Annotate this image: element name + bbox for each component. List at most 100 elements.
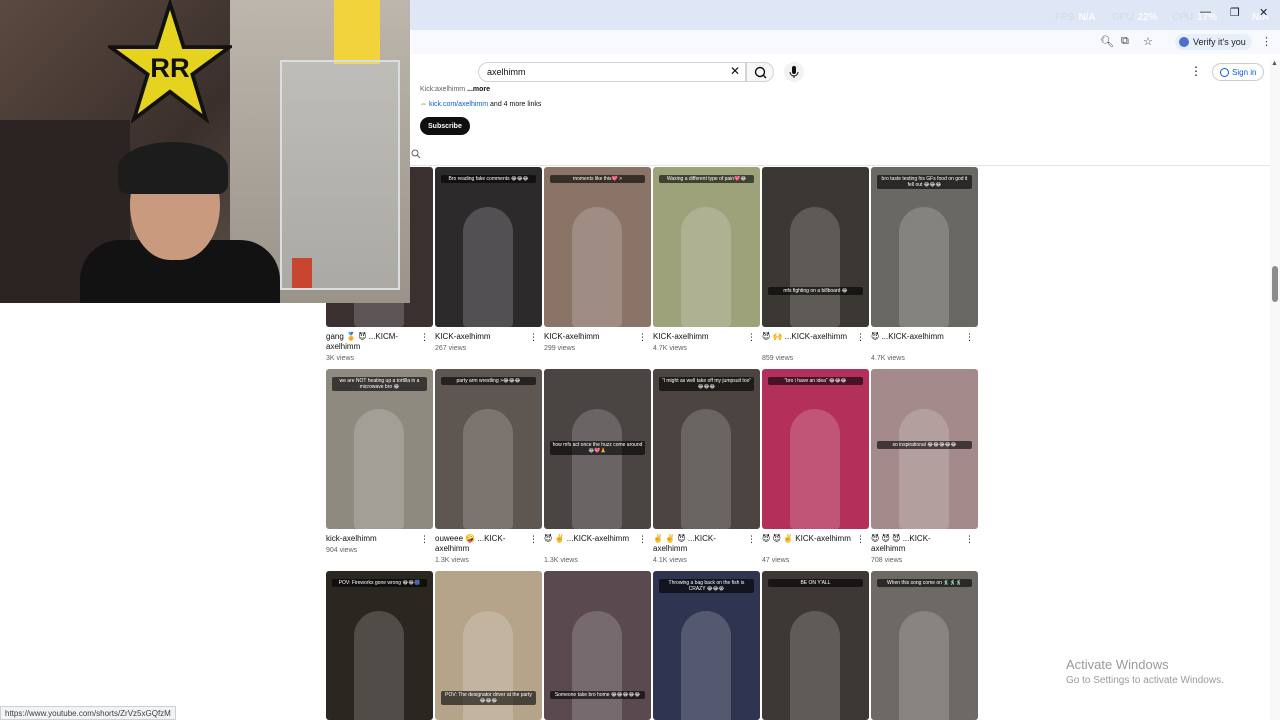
short-thumbnail[interactable]: Waxing a different type of pain💖😂 — [653, 167, 760, 327]
short-title[interactable]: kick-axelhimm — [326, 534, 418, 544]
short-title[interactable]: ✌️ ✌️ 😈 ...KICK-axelhimm — [653, 534, 745, 554]
short-card[interactable]: we are NOT heating up a tortilla in a mi… — [326, 369, 433, 569]
thumbnail-caption: Someone take bro home 😂😂😂😂😂 — [550, 691, 645, 699]
short-card[interactable]: BE ON Y'ALL — [762, 571, 869, 720]
clear-search-icon[interactable]: ✕ — [730, 64, 740, 78]
channel-search-icon[interactable] — [411, 149, 421, 159]
more-link[interactable]: ...more — [467, 86, 490, 93]
thumbnail-caption: BE ON Y'ALL — [768, 579, 863, 587]
short-title[interactable]: KICK-axelhimm — [544, 332, 636, 342]
short-card[interactable]: POV: The designator driver at the party … — [435, 571, 542, 720]
short-card[interactable]: Bro reading fake comments 😂😂😂 KICK-axelhi… — [435, 167, 542, 367]
short-card[interactable]: bro taste testing his GFs food on god it… — [871, 167, 978, 367]
sign-in-button[interactable]: Sign in — [1212, 63, 1265, 81]
bookmark-star-icon[interactable]: ☆ — [1143, 35, 1153, 48]
link-icon: ⇔ — [420, 101, 427, 108]
more-actions-icon[interactable]: ⋮ — [965, 535, 974, 544]
thumbnail-figure — [572, 207, 622, 327]
short-thumbnail[interactable]: “I might as well take off my jumpsuit to… — [653, 369, 760, 529]
short-views: 267 views — [435, 345, 467, 352]
short-thumbnail[interactable]: Someone take bro home 😂😂😂😂😂 — [544, 571, 651, 720]
short-card[interactable]: Throwing a bag back on the fish is CRAZY… — [653, 571, 760, 720]
short-thumbnail[interactable]: Throwing a bag back on the fish is CRAZY… — [653, 571, 760, 720]
short-card[interactable]: party arm wrestling >😂😂😂 ouweee 🤪 ...KICK… — [435, 369, 542, 569]
search-input[interactable]: axelhimm — [478, 62, 746, 82]
browser-menu-icon[interactable]: ⋮ — [1261, 35, 1272, 48]
short-thumbnail[interactable]: we are NOT heating up a tortilla in a mi… — [326, 369, 433, 529]
short-title[interactable]: ouweee 🤪 ...KICK-axelhimm — [435, 534, 527, 554]
webcam-person-cap — [118, 142, 228, 194]
short-title[interactable]: 😈 😈 ✌️ KICK-axelhimm — [762, 534, 854, 544]
short-title[interactable]: 😈 ✌️ ...KICK-axelhimm — [544, 534, 636, 544]
short-thumbnail[interactable]: so inspirational 😂😂😂😂😂 — [871, 369, 978, 529]
short-thumbnail[interactable]: party arm wrestling >😂😂😂 — [435, 369, 542, 529]
short-thumbnail[interactable]: mfs fighting on a billboard 😂 — [762, 167, 869, 327]
webcam-red-object — [292, 258, 312, 288]
zoom-icon[interactable]: 🔍︎ — [1100, 35, 1114, 48]
webcam-poster — [334, 0, 380, 64]
more-actions-icon[interactable]: ⋮ — [856, 333, 865, 342]
webcam-overlay: RR — [0, 0, 410, 303]
scrollbar-track[interactable] — [1270, 60, 1280, 720]
more-actions-icon[interactable]: ⋮ — [965, 333, 974, 342]
install-app-icon[interactable]: ⧉ — [1121, 35, 1129, 48]
minimize-icon[interactable]: — — [1200, 6, 1211, 18]
short-card[interactable]: Waxing a different type of pain💖😂 KICK-ax… — [653, 167, 760, 367]
short-title[interactable]: KICK-axelhimm — [653, 332, 745, 342]
short-card[interactable]: mfs fighting on a billboard 😂 😈 🙌 ...KICK… — [762, 167, 869, 367]
thumbnail-caption: Throwing a bag back on the fish is CRAZY… — [659, 579, 754, 593]
short-card[interactable]: When this song come on 🕺🕺🕺 — [871, 571, 978, 720]
short-card[interactable]: “bro i have an idea” 😂😂😂 😈 😈 ✌️ KICK-axel… — [762, 369, 869, 569]
short-thumbnail[interactable]: When this song come on 🕺🕺🕺 — [871, 571, 978, 720]
short-title[interactable]: 😈 🙌 ...KICK-axelhimm — [762, 332, 854, 342]
more-actions-icon[interactable]: ⋮ — [638, 333, 647, 342]
thumbnail-figure — [572, 611, 622, 720]
scrollbar-thumb[interactable] — [1272, 266, 1278, 302]
short-title[interactable]: gang 🏅 😈 ...KICM-axelhimm — [326, 332, 418, 352]
short-title[interactable]: KICK-axelhimm — [435, 332, 527, 342]
thumbnail-caption: party arm wrestling >😂😂😂 — [441, 377, 536, 385]
verify-profile-button[interactable]: Verify it's you — [1175, 34, 1252, 50]
short-card[interactable]: “I might as well take off my jumpsuit to… — [653, 369, 760, 569]
short-card[interactable]: POV: Fireworks gone wrong 😂😂🎆 — [326, 571, 433, 720]
thumbnail-caption: “I might as well take off my jumpsuit to… — [659, 377, 754, 391]
more-actions-icon[interactable]: ⋮ — [747, 535, 756, 544]
voice-search-button[interactable] — [784, 62, 804, 82]
short-thumbnail[interactable]: POV: Fireworks gone wrong 😂😂🎆 — [326, 571, 433, 720]
more-actions-icon[interactable]: ⋮ — [747, 333, 756, 342]
short-card[interactable]: moments like this💖 > KICK-axelhimm 299 vie… — [544, 167, 651, 367]
thumbnail-figure — [790, 207, 840, 327]
short-title[interactable]: 😈 😈 😈 ...KICK-axelhimm — [871, 534, 963, 554]
short-thumbnail[interactable]: Bro reading fake comments 😂😂😂 — [435, 167, 542, 327]
more-actions-icon[interactable]: ⋮ — [529, 535, 538, 544]
short-thumbnail[interactable]: bro taste testing his GFs food on god it… — [871, 167, 978, 327]
more-links[interactable]: and 4 more links — [490, 101, 541, 108]
search-button[interactable] — [746, 62, 774, 82]
short-views: 4.7K views — [871, 355, 905, 362]
short-title[interactable]: 😈 ...KICK-axelhimm — [871, 332, 963, 342]
settings-menu-icon[interactable]: ⋮ — [1190, 64, 1202, 78]
thumbnail-caption: bro taste testing his GFs food on god it… — [877, 175, 972, 189]
more-actions-icon[interactable]: ⋮ — [420, 333, 429, 342]
thumbnail-caption: we are NOT heating up a tortilla in a mi… — [332, 377, 427, 391]
short-thumbnail[interactable]: BE ON Y'ALL — [762, 571, 869, 720]
subscribe-button[interactable]: Subscribe — [420, 117, 470, 135]
short-thumbnail[interactable]: “bro i have an idea” 😂😂😂 — [762, 369, 869, 529]
more-actions-icon[interactable]: ⋮ — [856, 535, 865, 544]
kick-link[interactable]: kick.com/axelhimm — [429, 101, 488, 108]
short-thumbnail[interactable]: POV: The designator driver at the party … — [435, 571, 542, 720]
short-views: 47 views — [762, 557, 790, 564]
short-thumbnail[interactable]: how mfs act once the huzz come around 😂💖… — [544, 369, 651, 529]
thumbnail-figure — [463, 409, 513, 529]
more-actions-icon[interactable]: ⋮ — [420, 535, 429, 544]
restore-icon[interactable]: ❐ — [1230, 6, 1240, 19]
short-card[interactable]: how mfs act once the huzz come around 😂💖… — [544, 369, 651, 569]
short-views: 859 views — [762, 355, 794, 362]
short-card[interactable]: Someone take bro home 😂😂😂😂😂 — [544, 571, 651, 720]
more-actions-icon[interactable]: ⋮ — [529, 333, 538, 342]
close-window-icon[interactable]: ✕ — [1259, 6, 1268, 19]
scroll-up-icon[interactable]: ▲ — [1271, 60, 1278, 67]
short-card[interactable]: so inspirational 😂😂😂😂😂 😈 😈 😈 ...KICK-axel… — [871, 369, 978, 569]
more-actions-icon[interactable]: ⋮ — [638, 535, 647, 544]
short-thumbnail[interactable]: moments like this💖 > — [544, 167, 651, 327]
